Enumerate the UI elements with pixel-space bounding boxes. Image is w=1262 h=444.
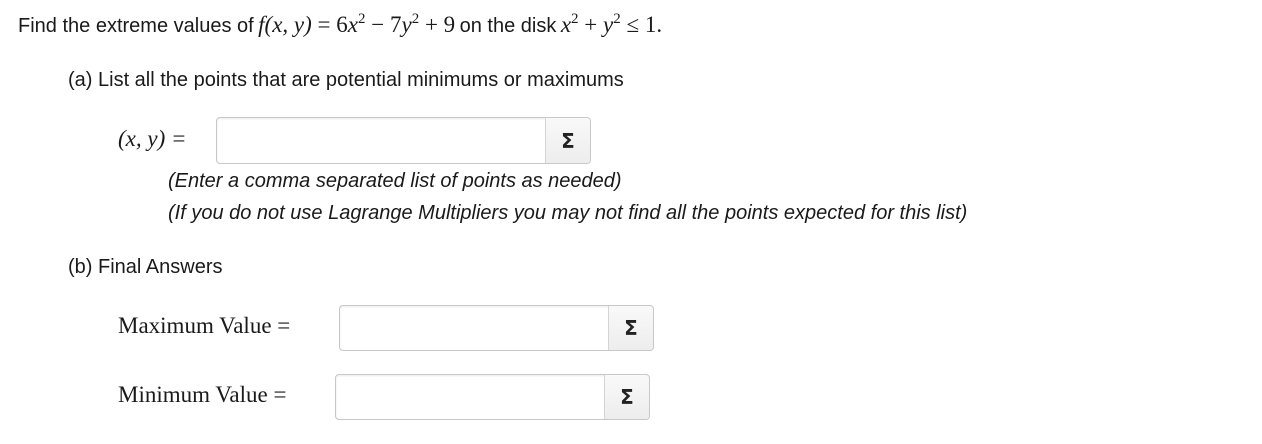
points-equation-editor-button[interactable]: Σ (545, 118, 590, 163)
points-prompt: (x, y) = (118, 126, 187, 151)
max-value-answer-field: Σ (339, 305, 654, 351)
min-value-label: Minimum Value = (118, 382, 287, 407)
question-statement: Find the extreme values of f(x, y) = 6x2… (18, 10, 662, 43)
sigma-icon: Σ (624, 316, 638, 340)
sigma-icon: Σ (620, 385, 634, 409)
region-definition: x2 + y2 ≤ 1. (560, 11, 663, 38)
function-definition: f(x, y) = 6x2 − 7y2 + 9 (258, 11, 456, 38)
sigma-icon: Σ (561, 128, 575, 153)
max-value-input[interactable] (340, 306, 610, 350)
part-a-label: (a) List all the points that are potenti… (68, 69, 624, 91)
points-hint-2: (If you do not use Lagrange Multipliers … (168, 202, 968, 224)
part-b-label: (b) Final Answers (68, 256, 223, 278)
points-input[interactable] (217, 118, 547, 163)
max-value-equation-editor-button[interactable]: Σ (608, 306, 653, 350)
question-middle: on the disk (459, 15, 557, 37)
min-value-answer-field: Σ (335, 374, 650, 420)
min-value-input[interactable] (336, 375, 606, 419)
min-value-equation-editor-button[interactable]: Σ (604, 375, 649, 419)
points-hint-1: (Enter a comma separated list of points … (168, 170, 622, 192)
max-value-label: Maximum Value = (118, 313, 291, 338)
question-prefix: Find the extreme values of (18, 15, 254, 37)
points-answer-field: Σ (216, 117, 591, 164)
